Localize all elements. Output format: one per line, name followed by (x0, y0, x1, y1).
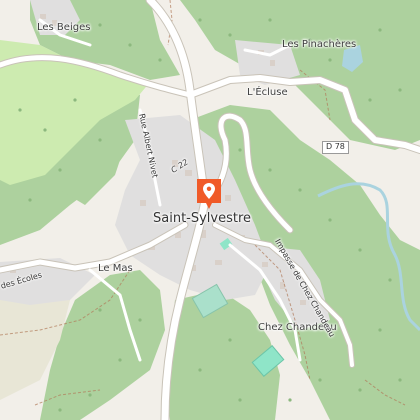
map-view[interactable]: Les Beiges Les Pinachères L'Écluse Saint… (0, 0, 420, 420)
road-shield-d78: D 78 (322, 141, 349, 154)
place-label-les-beiges: Les Beiges (37, 22, 91, 33)
map-canvas[interactable] (0, 0, 420, 420)
place-label-lecluse: L'Écluse (247, 87, 288, 98)
place-label-le-mas: Le Mas (98, 263, 133, 274)
place-label-saint-sylvestre: Saint-Sylvestre (153, 211, 252, 226)
place-label-les-pinacheres: Les Pinachères (282, 39, 357, 50)
location-marker[interactable] (196, 178, 222, 210)
